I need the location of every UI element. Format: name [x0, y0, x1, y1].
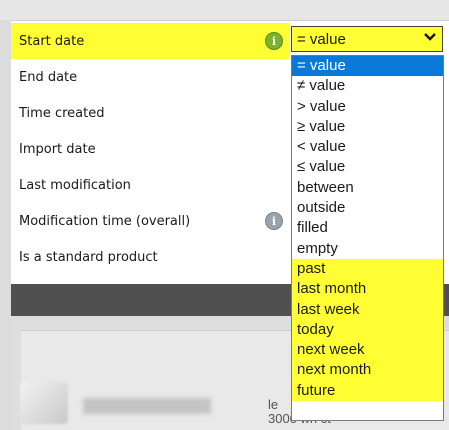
option-not-equal[interactable]: ≠ value — [292, 76, 443, 96]
option-future[interactable]: future — [292, 380, 443, 402]
product-thumbnail — [20, 382, 68, 424]
field-row-start-date[interactable]: Start date i — [11, 23, 290, 59]
option-filled[interactable]: filled — [292, 218, 443, 238]
field-row-end-date[interactable]: End date — [11, 59, 290, 95]
field-label: Last modification — [19, 177, 131, 193]
chevron-down-icon — [424, 30, 436, 45]
operator-select-value: = value — [297, 30, 346, 48]
top-strip — [0, 0, 449, 20]
info-icon[interactable]: i — [265, 212, 283, 230]
option-less-equal[interactable]: ≤ value — [292, 157, 443, 177]
option-greater[interactable]: > value — [292, 97, 443, 117]
filter-panel: Start date i End date Time created Impor… — [0, 0, 449, 430]
blurred-product-name — [83, 398, 211, 414]
field-row-modification-time-overall[interactable]: Modification time (overall) i — [11, 203, 290, 239]
operator-select[interactable]: = value — [291, 26, 443, 52]
option-outside[interactable]: outside — [292, 198, 443, 218]
field-label: Is a standard product — [19, 249, 158, 265]
option-next-week[interactable]: next week — [292, 340, 443, 361]
option-equal[interactable]: = value — [292, 56, 443, 77]
field-label: Start date — [19, 33, 85, 49]
field-label: Import date — [19, 141, 96, 157]
option-past[interactable]: past — [292, 258, 443, 280]
field-row-import-date[interactable]: Import date — [11, 131, 290, 167]
field-row-is-standard-product[interactable]: Is a standard product — [11, 239, 290, 275]
option-last-week[interactable]: last week — [292, 299, 443, 320]
option-less[interactable]: < value — [292, 137, 443, 157]
option-today[interactable]: today — [292, 319, 443, 341]
option-next-month[interactable]: next month — [292, 360, 443, 381]
option-empty[interactable]: empty — [292, 239, 443, 259]
field-row-time-created[interactable]: Time created — [11, 95, 290, 131]
info-icon[interactable]: i — [265, 32, 283, 50]
operator-dropdown-list: = value ≠ value > value ≥ value < value … — [291, 55, 444, 421]
option-greater-equal[interactable]: ≥ value — [292, 117, 443, 137]
field-label: Time created — [19, 105, 105, 121]
option-last-month[interactable]: last month — [292, 279, 443, 300]
field-row-last-modification[interactable]: Last modification — [11, 167, 290, 203]
field-label: End date — [19, 69, 78, 85]
option-between[interactable]: between — [292, 178, 443, 198]
field-label: Modification time (overall) — [19, 213, 191, 229]
